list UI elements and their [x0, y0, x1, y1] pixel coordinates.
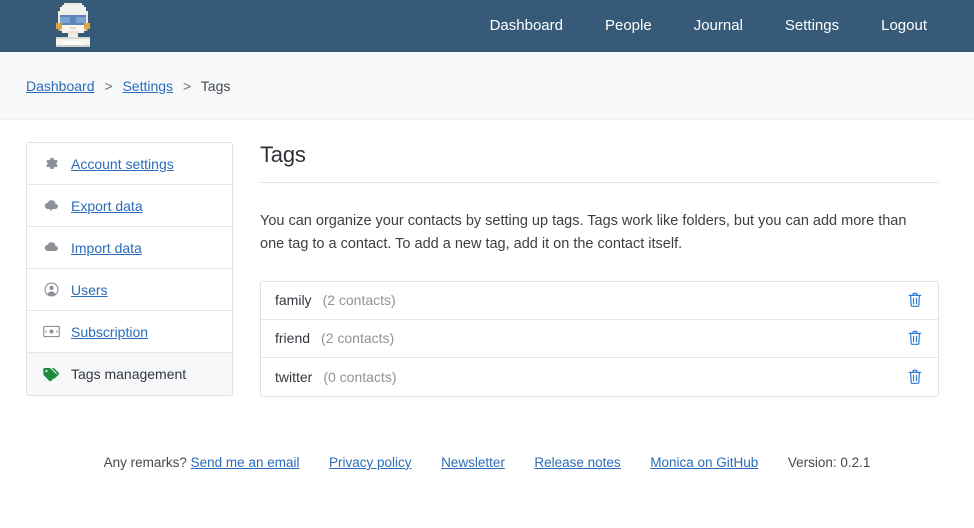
footer-link-send-me-an-email[interactable]: Send me an email [191, 455, 300, 470]
monica-avatar-logo[interactable] [52, 1, 94, 49]
sidebar-item-label: Import data [71, 239, 142, 256]
tag-icon [41, 364, 61, 384]
page-footer: Any remarks? Send me an email Privacy po… [0, 455, 974, 470]
tag-name: friend [275, 330, 311, 347]
breadcrumb-item-tags: Tags [200, 77, 231, 94]
sidebar-item-account-settings[interactable]: Account settings [27, 143, 232, 185]
nav-people[interactable]: People [584, 0, 673, 52]
sidebar-item-subscription[interactable]: Subscription [27, 311, 232, 353]
footer-remark-text: Any remarks? [103, 454, 187, 470]
tag-name: family [275, 292, 312, 309]
nav-links: Dashboard People Journal Settings Logout [469, 0, 948, 52]
sidebar-item-import-data[interactable]: Import data [27, 227, 232, 269]
tags-description: You can organize your contacts by settin… [260, 213, 907, 253]
tag-row: family (2 contacts) [261, 282, 938, 320]
sidebar-item-label: Subscription [71, 323, 149, 340]
footer-link-release-notes[interactable]: Release notes [534, 455, 620, 470]
banknote-icon [41, 322, 61, 342]
top-navbar: Dashboard People Journal Settings Logout [0, 0, 974, 52]
title-divider [260, 182, 939, 183]
page-body: Account settings Export data Import data… [0, 120, 974, 397]
breadcrumb-bar: Dashboard > Settings > Tags [0, 52, 974, 120]
tags-list: family (2 contacts) friend (2 contacts) [260, 280, 939, 397]
nav-journal[interactable]: Journal [673, 0, 764, 52]
main-content: Tags You can organize your contacts by s… [260, 142, 948, 397]
trash-icon[interactable] [906, 329, 924, 347]
page-title: Tags [260, 142, 306, 167]
footer-link-newsletter[interactable]: Newsletter [441, 455, 505, 470]
sidebar-item-label: Export data [71, 197, 143, 214]
nav-dashboard[interactable]: Dashboard [469, 0, 584, 52]
tag-row: friend (2 contacts) [261, 320, 938, 358]
breadcrumb-item-dashboard[interactable]: Dashboard [26, 78, 95, 94]
tag-contact-count: (2 contacts) [322, 292, 396, 309]
user-circle-icon [41, 280, 61, 300]
sidebar-item-tags-management[interactable]: Tags management [27, 353, 232, 395]
footer-link-privacy-policy[interactable]: Privacy policy [329, 455, 412, 470]
sidebar-item-label: Tags management [71, 366, 187, 382]
trash-icon[interactable] [906, 291, 924, 309]
tag-row: twitter (0 contacts) [261, 358, 938, 396]
settings-sidebar: Account settings Export data Import data… [26, 142, 233, 396]
tag-contact-count: (0 contacts) [323, 368, 397, 385]
monica-avatar-logo-svg [52, 1, 94, 49]
breadcrumb-item-settings[interactable]: Settings [122, 78, 173, 94]
sidebar-item-export-data[interactable]: Export data [27, 185, 232, 227]
breadcrumb: Dashboard > Settings > Tags [26, 78, 230, 94]
gear-icon [41, 154, 61, 174]
footer-version: Version: 0.2.1 [787, 454, 871, 470]
sidebar-item-label: Account settings [71, 155, 174, 172]
cloud-upload-icon [41, 238, 61, 258]
footer-link-monica-on-github[interactable]: Monica on GitHub [650, 455, 758, 470]
trash-icon[interactable] [906, 368, 924, 386]
tag-contact-count: (2 contacts) [321, 330, 395, 347]
nav-logout[interactable]: Logout [860, 0, 948, 52]
sidebar-item-users[interactable]: Users [27, 269, 232, 311]
tag-name: twitter [275, 368, 313, 385]
nav-settings[interactable]: Settings [764, 0, 860, 52]
cloud-download-icon [41, 196, 61, 216]
breadcrumb-separator: > [182, 77, 192, 94]
sidebar-item-label: Users [71, 281, 108, 298]
breadcrumb-separator: > [104, 77, 113, 94]
